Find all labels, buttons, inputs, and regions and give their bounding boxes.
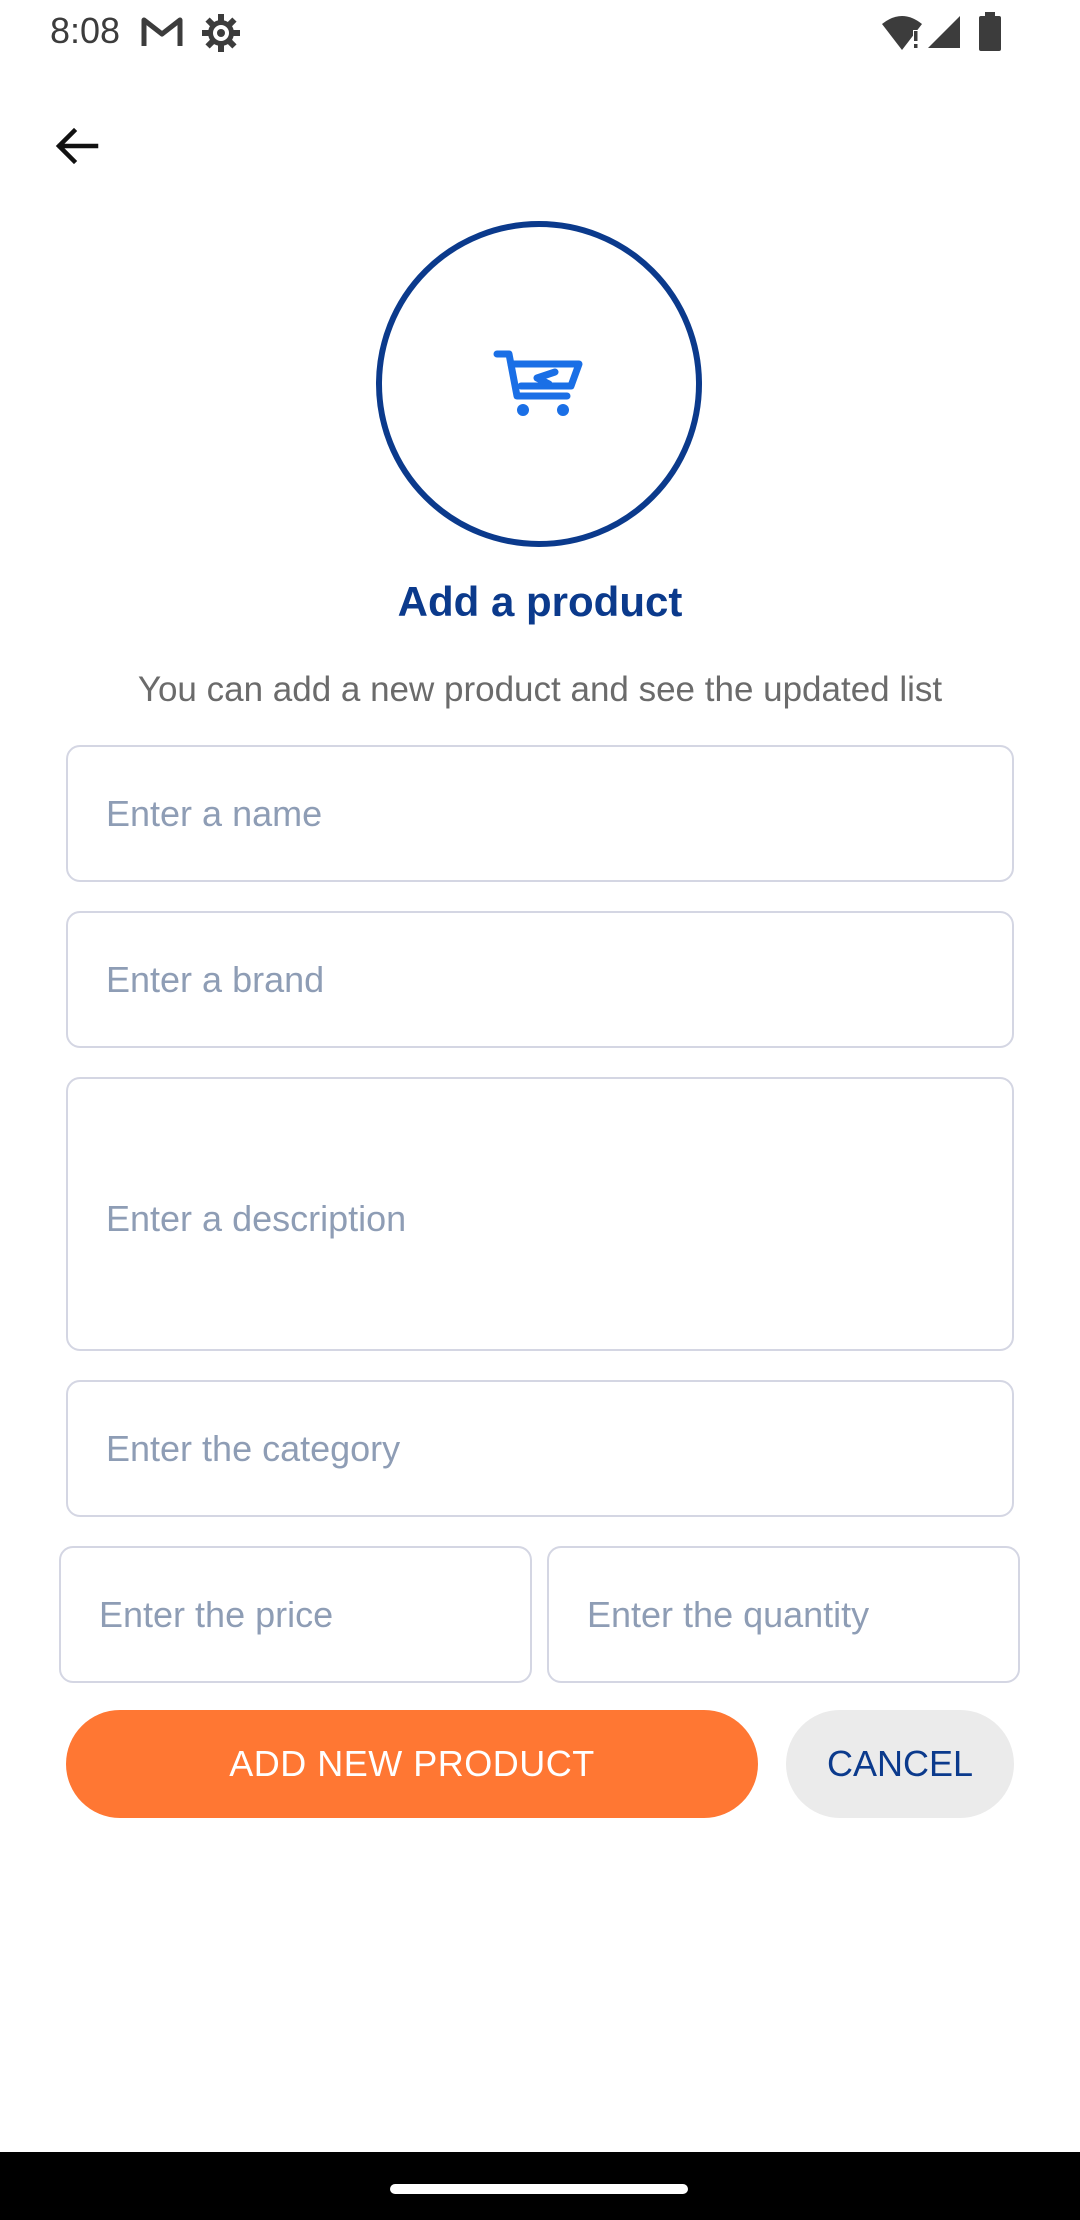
wifi-icon bbox=[880, 14, 924, 57]
arrow-back-icon bbox=[55, 127, 99, 165]
product-avatar-circle bbox=[376, 221, 702, 547]
add-product-screen: 8:08 Add a product You can add a new pro… bbox=[0, 0, 1080, 2220]
status-time: 8:08 bbox=[50, 10, 121, 51]
battery-icon bbox=[978, 12, 1002, 57]
price-input[interactable] bbox=[59, 1546, 532, 1683]
add-new-product-button[interactable]: ADD NEW PRODUCT bbox=[66, 1710, 758, 1818]
gmail-icon bbox=[140, 14, 184, 55]
status-bar: 8:08 bbox=[0, 0, 1080, 66]
signal-icon bbox=[926, 14, 962, 55]
page-subtitle: You can add a new product and see the up… bbox=[137, 670, 943, 709]
cancel-button[interactable]: CANCEL bbox=[786, 1710, 1014, 1818]
page-title: Add a product bbox=[397, 578, 683, 625]
back-button[interactable] bbox=[36, 106, 116, 186]
shopping-cart-icon bbox=[493, 350, 583, 416]
settings-gear-icon bbox=[200, 12, 242, 59]
home-gesture-handle[interactable] bbox=[390, 2184, 688, 2194]
quantity-input[interactable] bbox=[547, 1546, 1020, 1683]
name-input[interactable] bbox=[66, 745, 1014, 882]
description-input[interactable] bbox=[66, 1077, 1014, 1351]
brand-input[interactable] bbox=[66, 911, 1014, 1048]
category-input[interactable] bbox=[66, 1380, 1014, 1517]
